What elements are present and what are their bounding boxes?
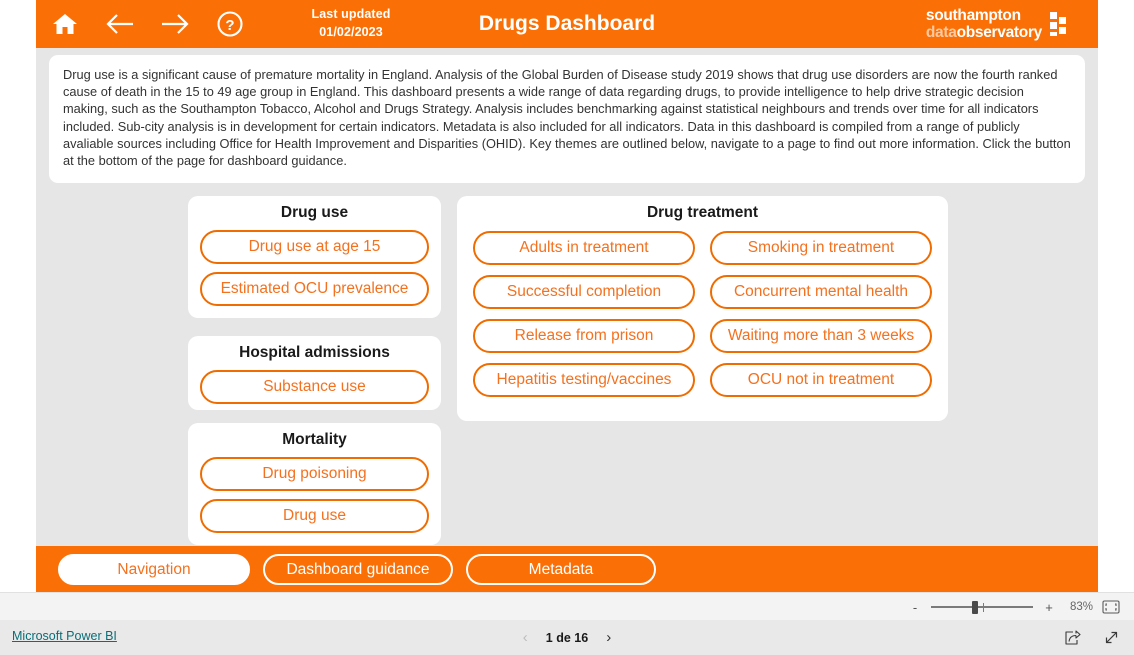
power-bi-footer: Microsoft Power BI ‹ 1 de 16 ›: [0, 620, 1134, 655]
zoom-status-bar: - + 83%: [0, 592, 1134, 621]
nav-button-drug-poisoning[interactable]: Drug poisoning: [200, 457, 429, 491]
zoom-slider[interactable]: [931, 600, 1033, 614]
card-drug-treatment-buttons: Adults in treatment Smoking in treatment…: [473, 231, 932, 397]
svg-text:?: ?: [225, 17, 234, 34]
zoom-slider-tick: [983, 603, 984, 612]
nav-button-ocu-not-in-treatment[interactable]: OCU not in treatment: [710, 363, 932, 397]
card-drug-use-title: Drug use: [280, 204, 349, 221]
nav-button-hepatitis-testing-vaccines[interactable]: Hepatitis testing/vaccines: [473, 363, 695, 397]
zoom-in-button[interactable]: +: [1042, 600, 1056, 614]
bottom-nav-metadata[interactable]: Metadata: [466, 554, 656, 585]
nav-button-waiting-more-than-3-weeks[interactable]: Waiting more than 3 weeks: [710, 319, 932, 353]
page-indicator-label: 1 de 16: [545, 630, 589, 645]
nav-button-adults-in-treatment[interactable]: Adults in treatment: [473, 231, 695, 265]
card-mortality-buttons: Drug poisoning Drug use: [200, 457, 429, 533]
logo-word-observatory: observatory: [956, 24, 1043, 41]
card-mortality: Mortality Drug poisoning Drug use: [188, 423, 441, 545]
previous-page-chevron-icon[interactable]: ‹: [523, 630, 528, 645]
bottom-nav-navigation[interactable]: Navigation: [58, 554, 250, 585]
nav-button-substance-use[interactable]: Substance use: [200, 370, 429, 404]
nav-button-concurrent-mental-health[interactable]: Concurrent mental health: [710, 275, 932, 309]
page-pager: ‹ 1 de 16 ›: [0, 620, 1134, 655]
last-updated-block: Last updated 01/02/2023: [276, 5, 426, 41]
help-icon[interactable]: ?: [215, 9, 245, 39]
logo-line-2: dataobservatory: [926, 24, 1042, 41]
card-drug-use-buttons: Drug use at age 15 Estimated OCU prevale…: [200, 230, 429, 306]
zoom-percent-label: 83%: [1069, 601, 1093, 613]
card-hospital-admissions: Hospital admissions Substance use: [188, 336, 441, 410]
nav-button-release-from-prison[interactable]: Release from prison: [473, 319, 695, 353]
logo-text: southampton dataobservatory: [926, 7, 1042, 41]
home-icon[interactable]: [50, 9, 80, 39]
header-nav-icons: ?: [50, 0, 245, 48]
zoom-slider-thumb[interactable]: [972, 601, 978, 614]
logo-line-1: southampton: [925, 7, 1021, 24]
nav-button-mortality-drug-use[interactable]: Drug use: [200, 499, 429, 533]
bottom-nav-dashboard-guidance[interactable]: Dashboard guidance: [263, 554, 453, 585]
report-header: ? Last updated 01/02/2023 Drugs Dashboar…: [36, 0, 1098, 48]
share-icon[interactable]: [1064, 629, 1081, 646]
next-page-chevron-icon[interactable]: ›: [606, 630, 611, 645]
card-drug-treatment: Drug treatment Adults in treatment Smoki…: [457, 196, 948, 421]
bottom-nav-buttons: Navigation Dashboard guidance Metadata: [58, 554, 656, 585]
logo-chevron-mark: [1048, 9, 1074, 39]
last-updated-label: Last updated: [311, 7, 391, 21]
card-drug-treatment-title: Drug treatment: [646, 204, 759, 221]
zoom-out-button[interactable]: -: [908, 600, 922, 614]
footer-action-icons: [1064, 620, 1120, 655]
nav-button-successful-completion[interactable]: Successful completion: [473, 275, 695, 309]
power-bi-report-viewer: ? Last updated 01/02/2023 Drugs Dashboar…: [0, 0, 1134, 655]
back-arrow-icon[interactable]: [105, 9, 135, 39]
forward-arrow-icon[interactable]: [160, 9, 190, 39]
intro-description-text: Drug use is a significant cause of prema…: [63, 67, 1071, 169]
card-hospital-admissions-title: Hospital admissions: [239, 344, 390, 361]
card-mortality-title: Mortality: [282, 431, 347, 448]
fit-to-page-icon[interactable]: [1102, 600, 1120, 614]
bottom-navigation-bar: Navigation Dashboard guidance Metadata: [36, 546, 1098, 592]
nav-button-estimated-ocu-prevalence[interactable]: Estimated OCU prevalence: [200, 272, 429, 306]
card-drug-use: Drug use Drug use at age 15 Estimated OC…: [188, 196, 441, 318]
southampton-data-observatory-logo: southampton dataobservatory: [926, 7, 1074, 41]
nav-button-smoking-in-treatment[interactable]: Smoking in treatment: [710, 231, 932, 265]
zoom-slider-track: [931, 606, 1033, 608]
fullscreen-icon[interactable]: [1103, 629, 1120, 646]
intro-description-card: Drug use is a significant cause of prema…: [49, 55, 1085, 183]
card-hospital-admissions-buttons: Substance use: [200, 370, 429, 404]
zoom-controls: - + 83%: [908, 593, 1120, 621]
microsoft-power-bi-link[interactable]: Microsoft Power BI: [12, 629, 117, 643]
last-updated-date: 01/02/2023: [319, 25, 383, 39]
nav-button-drug-use-at-age-15[interactable]: Drug use at age 15: [200, 230, 429, 264]
logo-word-data: data: [925, 24, 957, 41]
report-canvas: ? Last updated 01/02/2023 Drugs Dashboar…: [36, 0, 1098, 592]
